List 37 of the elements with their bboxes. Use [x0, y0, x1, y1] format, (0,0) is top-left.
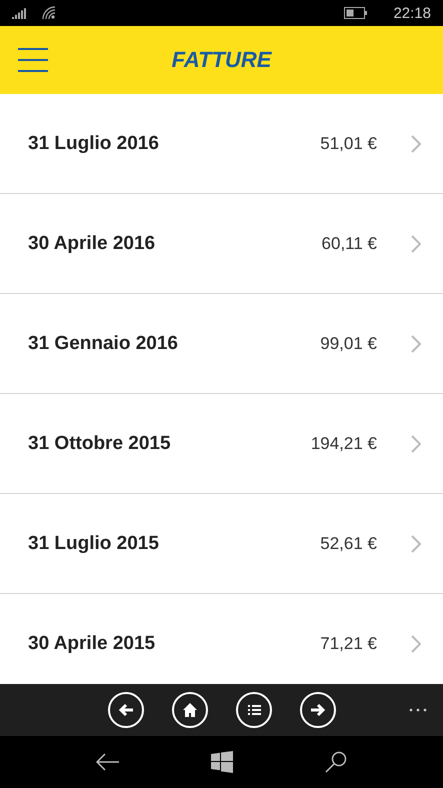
list-button[interactable]	[236, 692, 272, 728]
chevron-icon	[411, 434, 421, 452]
page-title: FATTURE	[172, 47, 272, 72]
invoice-date: 30 Aprile 2015	[28, 632, 156, 654]
invoice-row[interactable]: 31 Luglio 2015 52,61 €	[0, 494, 443, 594]
invoice-date: 30 Aprile 2016	[28, 232, 156, 254]
invoice-amount: 99,01 €	[320, 334, 377, 354]
battery-icon	[344, 7, 368, 19]
invoice-date: 31 Gennaio 2016	[28, 332, 179, 354]
invoice-date: 31 Luglio 2015	[28, 532, 160, 554]
search-icon[interactable]	[325, 751, 348, 773]
invoice-date: 31 Ottobre 2015	[28, 432, 172, 454]
invoice-row[interactable]: 30 Aprile 2016 60,11 €	[0, 194, 443, 294]
invoice-amount: 52,61 €	[320, 534, 377, 554]
invoice-amount: 51,01 €	[320, 134, 377, 154]
invoice-row[interactable]: 31 Luglio 2016 51,01 €	[0, 94, 443, 194]
home-button[interactable]	[172, 692, 208, 728]
menu-button[interactable]	[18, 48, 48, 72]
wifi-icon	[42, 6, 56, 20]
invoice-date: 31 Luglio 2016	[28, 132, 160, 154]
back-button[interactable]	[108, 692, 144, 728]
chevron-icon	[411, 634, 421, 652]
invoice-row[interactable]: 31 Gennaio 2016 99,01 €	[0, 294, 443, 394]
more-icon[interactable]	[409, 708, 427, 712]
forward-button[interactable]	[300, 692, 336, 728]
invoice-amount: 71,21 €	[320, 634, 377, 654]
invoice-row[interactable]: 31 Ottobre 2015 194,21 €	[0, 394, 443, 494]
chevron-icon	[411, 334, 421, 352]
signal-icon	[12, 7, 28, 19]
clock-time: 22:18	[393, 4, 431, 22]
chevron-icon	[411, 534, 421, 552]
chevron-icon	[411, 134, 421, 152]
chevron-icon	[411, 234, 421, 252]
back-icon[interactable]	[96, 753, 120, 771]
invoice-amount: 194,21 €	[310, 434, 377, 454]
windows-icon[interactable]	[211, 751, 234, 773]
invoice-amount: 60,11 €	[322, 234, 377, 254]
